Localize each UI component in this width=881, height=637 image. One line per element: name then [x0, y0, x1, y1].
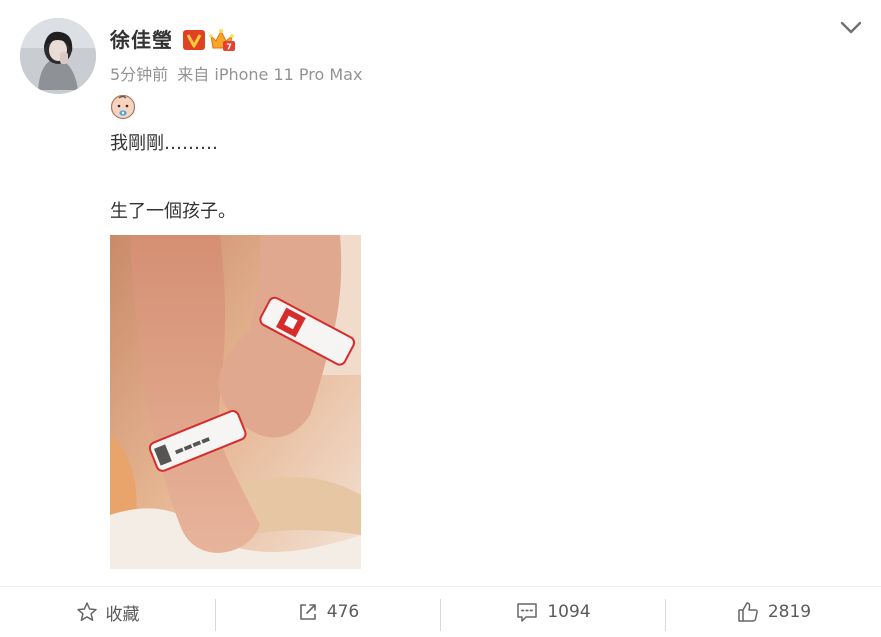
share-count: 476: [326, 602, 360, 622]
post-meta: 5分钟前 来自 iPhone 11 Pro Max: [110, 64, 362, 86]
comment-button[interactable]: 1094: [441, 587, 665, 637]
favorite-button[interactable]: 收藏: [0, 587, 215, 637]
author-name[interactable]: 徐佳瑩: [110, 26, 173, 54]
thumbs-up-icon: [738, 602, 758, 622]
chevron-down-icon[interactable]: [838, 14, 864, 40]
newborn-feet-photo[interactable]: ▬▬▬▬: [110, 235, 361, 569]
svg-text:7: 7: [226, 43, 232, 52]
comment-count: 1094: [547, 602, 591, 622]
comment-icon: [517, 603, 538, 622]
post-source: 来自 iPhone 11 Pro Max: [177, 65, 363, 84]
star-icon: [76, 602, 97, 621]
vip-crown-badge-icon[interactable]: 7: [208, 28, 236, 52]
share-icon: [299, 604, 316, 620]
post-text-line-1: 我剛剛………: [110, 133, 218, 154]
avatar[interactable]: [20, 18, 96, 94]
post-text-line-2: 生了一個孩子。: [110, 201, 236, 222]
verified-v-badge-icon[interactable]: [183, 30, 205, 50]
favorite-label: 收藏: [105, 604, 140, 625]
post-time[interactable]: 5分钟前: [110, 65, 168, 84]
like-count: 2819: [767, 602, 812, 622]
like-button[interactable]: 2819: [666, 587, 881, 637]
baby-emoji-icon: [110, 94, 136, 120]
action-bar: 收藏 476 1094 2819: [0, 587, 881, 637]
share-button[interactable]: 476: [216, 587, 440, 637]
